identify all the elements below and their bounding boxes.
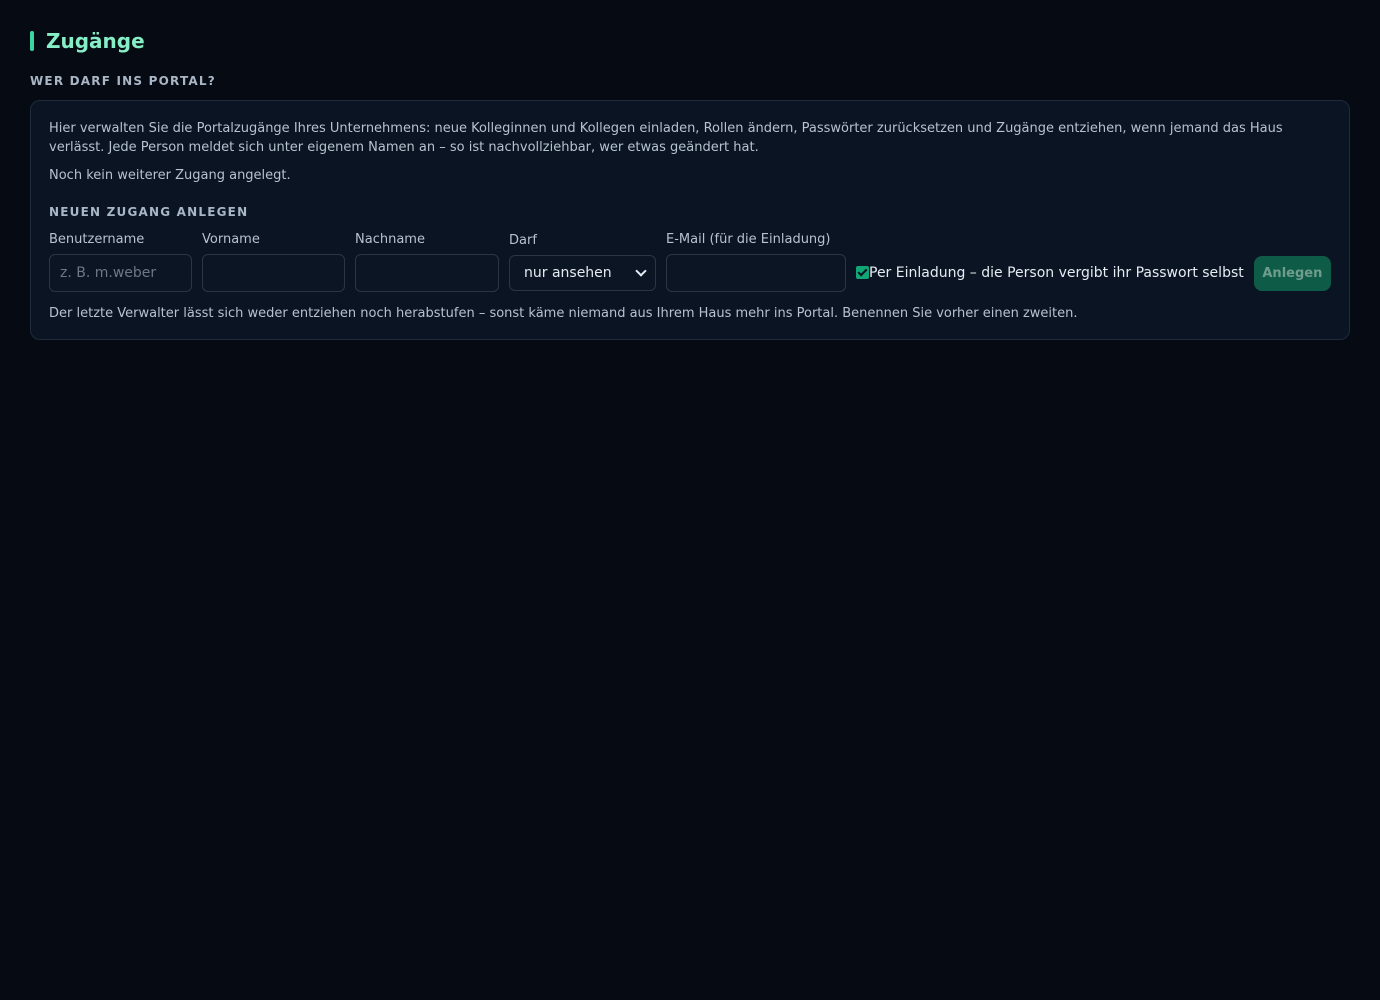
email-label: E-Mail (für die Einladung) bbox=[666, 232, 831, 247]
role-label: Darf bbox=[509, 233, 537, 248]
firstname-field-group: Vorname bbox=[202, 232, 345, 292]
username-label: Benutzername bbox=[49, 232, 145, 247]
create-access-button[interactable]: Anlegen bbox=[1253, 256, 1331, 291]
invite-checkbox-group[interactable]: Per Einladung – die Person vergibt ihr P… bbox=[856, 255, 1244, 291]
lastname-label: Nachname bbox=[355, 232, 425, 247]
role-select-value: nur ansehen bbox=[524, 265, 612, 281]
page-title: Zugänge bbox=[46, 29, 145, 53]
invite-checkbox-label[interactable]: Per Einladung – die Person vergibt ihr P… bbox=[869, 265, 1244, 281]
title-accent-bar bbox=[30, 31, 34, 51]
empty-state-note: Noch kein weiterer Zugang angelegt. bbox=[49, 168, 291, 183]
invite-checkbox[interactable] bbox=[856, 265, 869, 279]
chevron-down-icon bbox=[635, 265, 647, 277]
form-heading: NEUEN ZUGANG ANLEGEN bbox=[49, 205, 249, 219]
last-admin-note: Der letzte Verwalter lässt sich weder en… bbox=[49, 306, 1078, 321]
email-field-group: E-Mail (für die Einladung) bbox=[666, 232, 846, 292]
firstname-input[interactable] bbox=[202, 254, 345, 292]
intro-text: Hier verwalten Sie die Portalzugänge Ihr… bbox=[49, 121, 1283, 155]
section-heading: WER DARF INS PORTAL? bbox=[30, 74, 216, 88]
page: Zugänge WER DARF INS PORTAL? Hier verwal… bbox=[0, 0, 1380, 340]
firstname-label: Vorname bbox=[202, 232, 260, 247]
username-input[interactable] bbox=[49, 254, 192, 292]
lastname-field-group: Nachname bbox=[355, 232, 499, 292]
role-field-group: Darf nur ansehen bbox=[509, 233, 656, 292]
new-access-form: Benutzername Vorname Nachname Darf nur a… bbox=[49, 232, 1331, 292]
email-input[interactable] bbox=[666, 254, 846, 292]
role-select[interactable]: nur ansehen bbox=[509, 255, 656, 291]
lastname-input[interactable] bbox=[355, 254, 499, 292]
username-field-group: Benutzername bbox=[49, 232, 192, 292]
page-header: Zugänge bbox=[30, 29, 1350, 53]
access-card: Hier verwalten Sie die Portalzugänge Ihr… bbox=[30, 100, 1350, 340]
